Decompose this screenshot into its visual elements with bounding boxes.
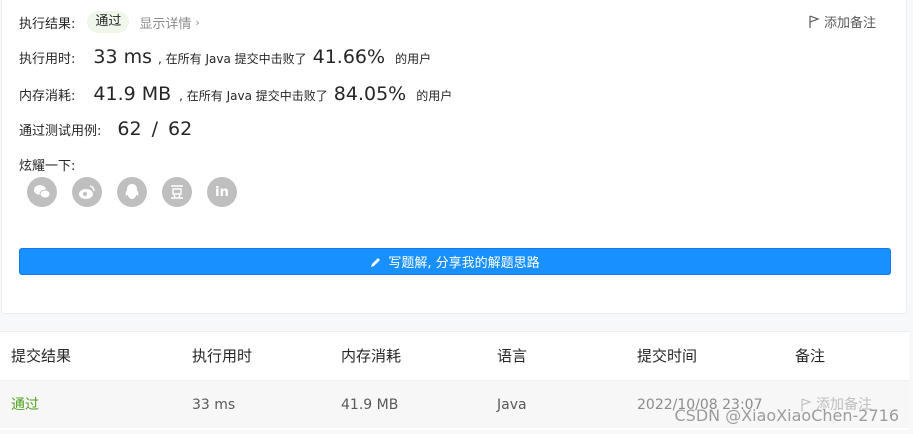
write-solution-label: 写题解, 分享我的解题思路 <box>388 256 540 271</box>
header-runtime: 执行用时 <box>192 347 253 365</box>
row-runtime: 33 ms <box>192 397 236 413</box>
watermark: CSDN @XiaoXiaoChen-2716 <box>674 406 900 425</box>
add-note-label: 添加备注 <box>823 16 876 31</box>
memory-percent: 84.05% <box>333 83 407 105</box>
header-status: 提交结果 <box>11 347 72 365</box>
row-status-link[interactable]: 通过 <box>11 381 39 429</box>
add-note-button[interactable]: 添加备注 <box>808 12 876 31</box>
header-memory: 内存消耗 <box>341 347 402 365</box>
header-language: 语言 <box>497 347 528 365</box>
weibo-icon[interactable] <box>72 177 102 207</box>
testcases-total: 62 <box>167 118 193 140</box>
runtime-label: 执行用时: <box>19 52 76 67</box>
status-badge: 通过 <box>87 11 130 33</box>
memory-value: 41.9 MB <box>93 83 172 105</box>
flag-icon <box>809 14 820 28</box>
write-solution-button[interactable]: 写题解, 分享我的解题思路 <box>19 248 891 275</box>
runtime-value: 33 ms <box>93 46 153 68</box>
table-header: 提交结果 执行用时 内存消耗 语言 提交时间 备注 <box>0 332 909 380</box>
memory-beat-text: , 在所有 Java 提交中击败了 <box>179 89 328 103</box>
share-icons: in <box>27 177 237 207</box>
linkedin-icon[interactable]: in <box>207 177 237 207</box>
runtime-beat-text: , 在所有 Java 提交中击败了 <box>158 52 307 66</box>
testcases-label: 通过测试用例: <box>19 124 102 139</box>
row-language: Java <box>497 397 527 413</box>
runtime-suffix: 的用户 <box>395 52 432 66</box>
testcases-passed: 62 <box>117 118 142 140</box>
memory-stat: 内存消耗: 41.9 MB , 在所有 Java 提交中击败了 84.05% 的… <box>19 83 452 105</box>
show-details-label: 显示详情 <box>139 16 192 32</box>
result-card: 执行结果: 通过 显示详情 › 添加备注 执行用时: 33 ms , 在所有 J… <box>1 0 907 314</box>
testcases-stat: 通过测试用例: 62 / 62 <box>19 118 192 140</box>
pencil-icon <box>371 257 381 267</box>
row-memory: 41.9 MB <box>341 397 399 413</box>
header-time: 提交时间 <box>637 347 698 365</box>
qq-icon[interactable] <box>117 177 147 207</box>
douban-icon[interactable] <box>162 177 192 207</box>
testcases-separator: / <box>151 118 158 140</box>
result-label: 执行结果: <box>19 16 76 32</box>
memory-suffix: 的用户 <box>416 89 453 103</box>
memory-label: 内存消耗: <box>19 89 76 104</box>
chevron-right-icon: › <box>195 15 200 29</box>
runtime-stat: 执行用时: 33 ms , 在所有 Java 提交中击败了 41.66% 的用户 <box>19 46 431 68</box>
result-row: 执行结果: 通过 显示详情 › <box>19 10 200 34</box>
header-note: 备注 <box>795 347 826 365</box>
show-details-link[interactable]: 显示详情 › <box>139 13 199 32</box>
runtime-percent: 41.66% <box>312 46 386 68</box>
share-label: 炫耀一下: <box>19 159 76 174</box>
share-label-row: 炫耀一下: <box>19 155 75 174</box>
wechat-icon[interactable] <box>27 177 57 207</box>
